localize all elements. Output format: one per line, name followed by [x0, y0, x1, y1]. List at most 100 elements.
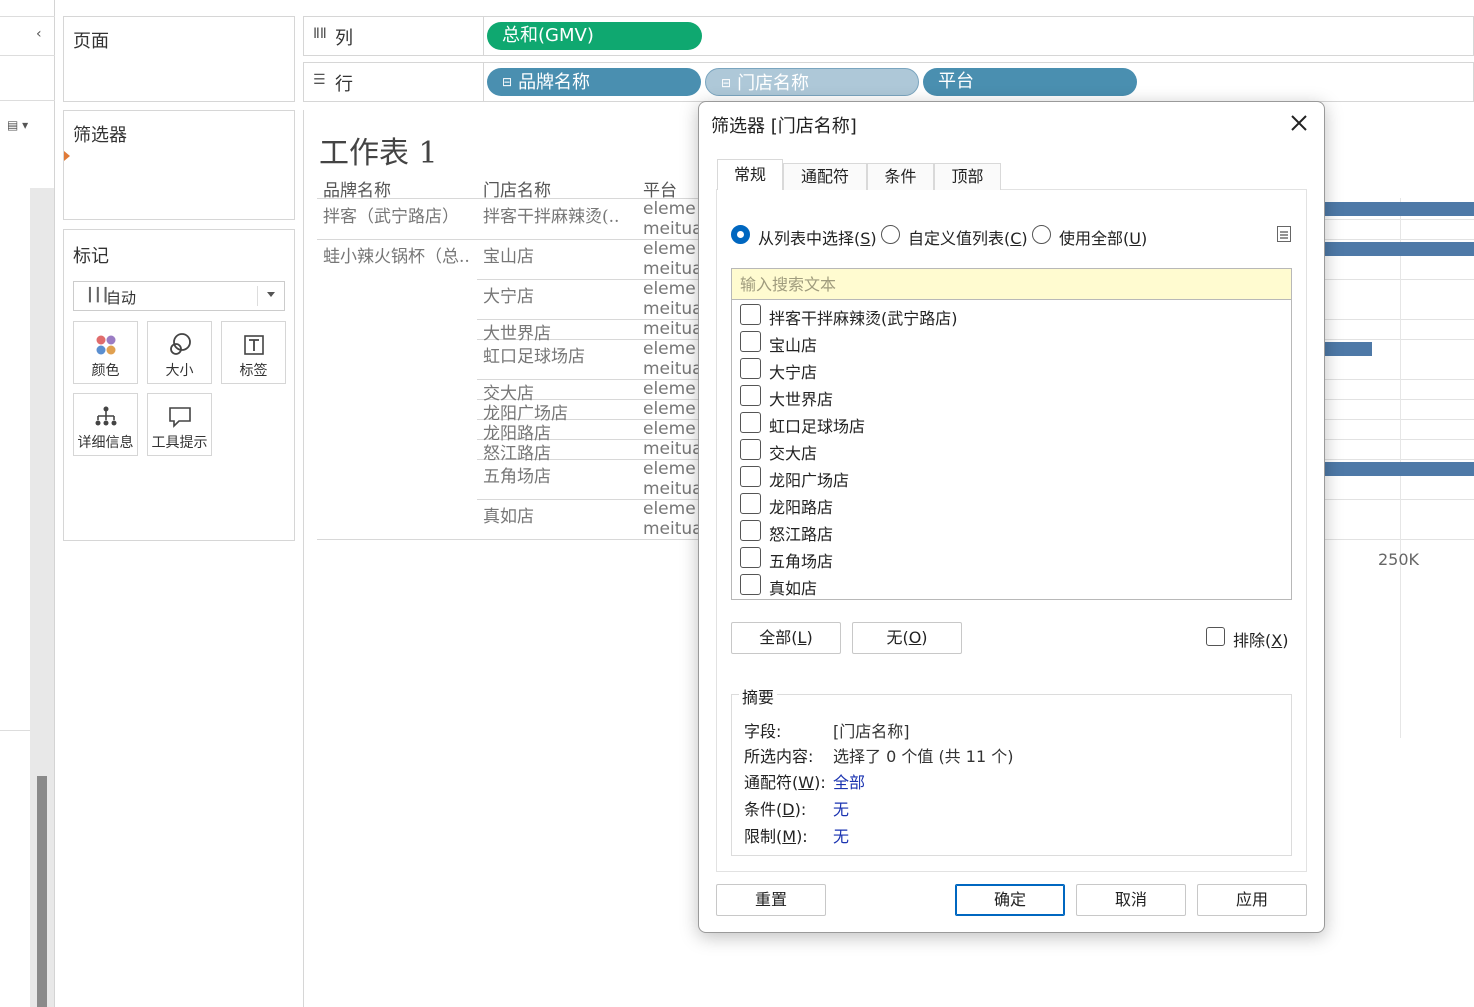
tab-general[interactable]: 常规: [717, 159, 783, 190]
scrollbar-thumb[interactable]: [37, 776, 47, 1007]
platform-cell[interactable]: eleme: [643, 239, 696, 259]
summary-wildcard-link[interactable]: 全部: [833, 769, 865, 793]
divider: [0, 100, 55, 101]
platform-cell[interactable]: eleme: [643, 499, 696, 519]
checkbox[interactable]: [740, 358, 761, 379]
bar-mark[interactable]: [1325, 342, 1372, 356]
color-mark-button[interactable]: 颜色: [73, 321, 138, 384]
checkbox[interactable]: [740, 520, 761, 541]
filters-card[interactable]: 筛选器: [63, 110, 295, 220]
apply-button[interactable]: 应用: [1197, 884, 1307, 916]
platform-cell[interactable]: meitua: [643, 439, 703, 459]
summary-limit-link[interactable]: 无: [833, 823, 849, 847]
store-cell[interactable]: 大宁店: [483, 282, 534, 307]
tab-condition[interactable]: 条件: [867, 163, 934, 190]
select-all-button[interactable]: 全部(L): [731, 622, 841, 654]
column-pill-gmv[interactable]: 总和(GMV): [487, 22, 702, 50]
platform-cell[interactable]: eleme: [643, 419, 696, 439]
checkbox[interactable]: [740, 466, 761, 487]
filter-dialog[interactable]: 筛选器 [门店名称] 常规 通配符 条件 顶部 从列表中选择(S) 自定义值列表…: [698, 101, 1325, 933]
platform-cell[interactable]: meitua: [643, 319, 703, 339]
platform-cell[interactable]: eleme: [643, 199, 696, 219]
tab-top[interactable]: 顶部: [934, 163, 1001, 190]
item-label: 虹口足球场店: [769, 417, 866, 436]
columns-shelf[interactable]: ⅡⅡ 列 总和(GMV): [303, 16, 1474, 56]
platform-cell[interactable]: eleme: [643, 459, 696, 479]
platform-cell[interactable]: eleme: [643, 279, 696, 299]
brand-cell[interactable]: 蛙小辣火锅杯（总..: [323, 242, 480, 267]
platform-cell[interactable]: eleme: [643, 399, 696, 419]
summary-title: 摘要: [739, 684, 778, 708]
collapse-icon: ⊟: [721, 76, 732, 90]
cancel-button[interactable]: 取消: [1076, 884, 1186, 916]
platform-cell[interactable]: meitua: [643, 259, 703, 279]
platform-cell[interactable]: eleme: [643, 379, 696, 399]
bar-mark[interactable]: [1325, 242, 1474, 256]
item-label: 五角场店: [769, 552, 834, 571]
view-options-icon[interactable]: ▤ ▾: [7, 118, 28, 132]
bar-mark[interactable]: [1325, 202, 1474, 216]
platform-cell[interactable]: meitua: [643, 299, 703, 319]
mark-type-value: 自动: [106, 289, 137, 307]
store-cell[interactable]: 怒江路店: [483, 439, 551, 464]
radio-circle: [731, 225, 750, 244]
ok-button[interactable]: 确定: [955, 884, 1065, 916]
pill-text: 门店名称: [737, 73, 810, 94]
detail-mark-button[interactable]: 详细信息: [73, 393, 138, 456]
pages-card[interactable]: 页面: [63, 16, 295, 102]
accel-key: O: [908, 628, 922, 647]
store-cell[interactable]: 五角场店: [483, 462, 551, 487]
summary-condition-link[interactable]: 无: [833, 796, 849, 820]
row-pill-platform[interactable]: 平台: [923, 68, 1137, 96]
select-none-button[interactable]: 无(O): [852, 622, 962, 654]
collapse-pane-icon[interactable]: ‹: [36, 26, 42, 42]
store-cell[interactable]: 大世界店: [483, 319, 551, 344]
reset-button[interactable]: 重置: [716, 884, 826, 916]
platform-cell[interactable]: eleme: [643, 339, 696, 359]
size-mark-button[interactable]: 大小: [147, 321, 212, 384]
mark-type-dropdown[interactable]: ┃┃┃ 自动: [73, 281, 285, 311]
accel-key: C: [1010, 229, 1022, 248]
list-menu-icon[interactable]: [1277, 226, 1291, 242]
search-input[interactable]: [731, 268, 1292, 300]
tooltip-icon: [148, 404, 211, 430]
item-label: 龙阳广场店: [769, 471, 850, 490]
row-pill-brand[interactable]: ⊟ 品牌名称: [487, 68, 701, 96]
accel-key: S: [860, 229, 871, 248]
close-icon[interactable]: [1286, 110, 1312, 136]
label-label: 标签: [239, 363, 268, 379]
store-cell[interactable]: 虹口足球场店: [483, 342, 585, 367]
brand-cell[interactable]: 拌客（武宁路店）: [323, 202, 475, 227]
checkbox[interactable]: [1206, 627, 1225, 646]
item-label: 真如店: [769, 579, 818, 598]
label-text: ):: [814, 773, 826, 792]
checkbox[interactable]: [740, 385, 761, 406]
checkbox[interactable]: [740, 331, 761, 352]
paren: ): [1021, 229, 1028, 248]
bar-mark[interactable]: [1325, 462, 1474, 476]
platform-cell[interactable]: meitua: [643, 519, 703, 539]
platform-cell[interactable]: meitua: [643, 219, 703, 239]
store-cell[interactable]: 宝山店: [483, 242, 534, 267]
checkbox[interactable]: [740, 412, 761, 433]
tab-wildcard[interactable]: 通配符: [783, 163, 867, 190]
summary-limit-label: 限制(M):: [744, 823, 808, 847]
rows-shelf[interactable]: ☰ 行 ⊟ 品牌名称 ⊟ 门店名称 平台: [303, 62, 1474, 102]
divider: [0, 16, 55, 17]
radio-text: 使用全部(: [1059, 229, 1130, 248]
row-pill-store[interactable]: ⊟ 门店名称: [705, 68, 919, 96]
checkbox[interactable]: [740, 439, 761, 460]
store-cell[interactable]: 真如店: [483, 502, 534, 527]
platform-cell[interactable]: meitua: [643, 359, 703, 379]
checkbox[interactable]: [740, 493, 761, 514]
tooltip-mark-button[interactable]: 工具提示: [147, 393, 212, 456]
platform-cell[interactable]: meitua: [643, 479, 703, 499]
checkbox[interactable]: [740, 547, 761, 568]
checkbox[interactable]: [740, 574, 761, 595]
item-label: 拌客干拌麻辣烫(武宁路店): [769, 309, 958, 328]
store-cell[interactable]: 拌客干拌麻辣烫(..: [483, 202, 643, 227]
label-text: 通配符(: [744, 773, 799, 792]
label-mark-button[interactable]: 标签: [221, 321, 286, 384]
value-list[interactable]: 拌客干拌麻辣烫(武宁路店) 宝山店 大宁店 大世界店 虹口足球场店 交大店 龙阳…: [731, 299, 1292, 600]
checkbox[interactable]: [740, 304, 761, 325]
